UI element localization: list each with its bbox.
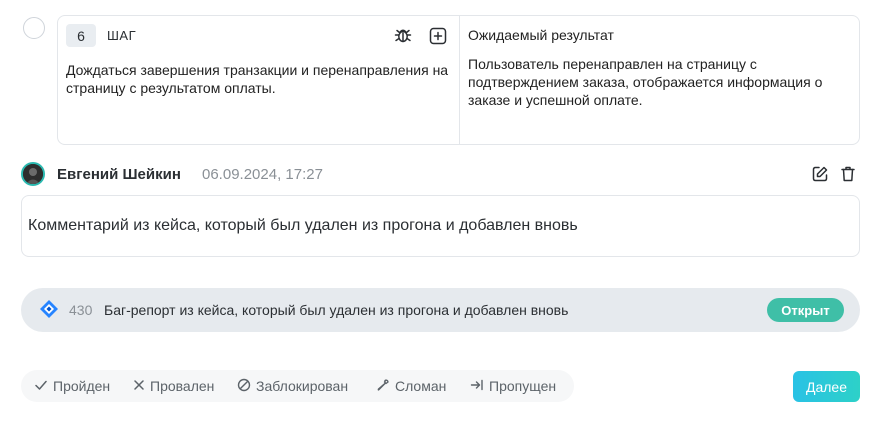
jira-icon [38,298,60,320]
step-number: 6 [66,24,96,47]
blocked-icon [237,378,251,395]
expected-result-text: Пользователь перенаправлен на страницу с… [468,56,823,108]
comment-date: 06.09.2024, 17:27 [202,166,323,183]
status-broken-button[interactable]: Сломан [376,370,446,402]
bug-id: 430 [69,302,93,318]
check-icon [34,378,48,395]
delete-icon[interactable] [838,164,858,184]
cross-icon [133,378,145,394]
status-skipped-button[interactable]: Пропущен [470,370,556,402]
status-passed-button[interactable]: Пройден [34,370,110,402]
step-divider [459,16,460,144]
expected-result-title: Ожидаемый результат [468,27,614,43]
next-button[interactable]: Далее [793,371,860,402]
status-passed-label: Пройден [53,378,111,394]
status-skipped-label: Пропущен [489,378,557,394]
add-box-icon[interactable] [427,25,449,47]
step-description: Дождаться завершения транзакции и перена… [66,62,449,96]
comment-author: Евгений Шейкин [57,166,181,183]
step-label: ШАГ [107,28,137,43]
bug-title[interactable]: Баг-репорт из кейса, который был удален … [104,302,568,318]
wrench-icon [376,378,390,395]
status-blocked-label: Заблокирован [256,378,349,394]
status-failed-label: Провален [150,378,215,394]
skip-icon [470,378,484,395]
status-blocked-button[interactable]: Заблокирован [237,370,348,402]
bug-status-badge: Открыт [767,298,844,322]
avatar [21,162,45,186]
step-select-radio[interactable] [23,17,45,39]
bug-icon[interactable] [392,24,414,46]
status-failed-button[interactable]: Провален [133,370,214,402]
comment-text: Комментарий из кейса, который был удален… [28,217,578,234]
status-broken-label: Сломан [395,378,447,394]
edit-icon[interactable] [810,164,830,184]
